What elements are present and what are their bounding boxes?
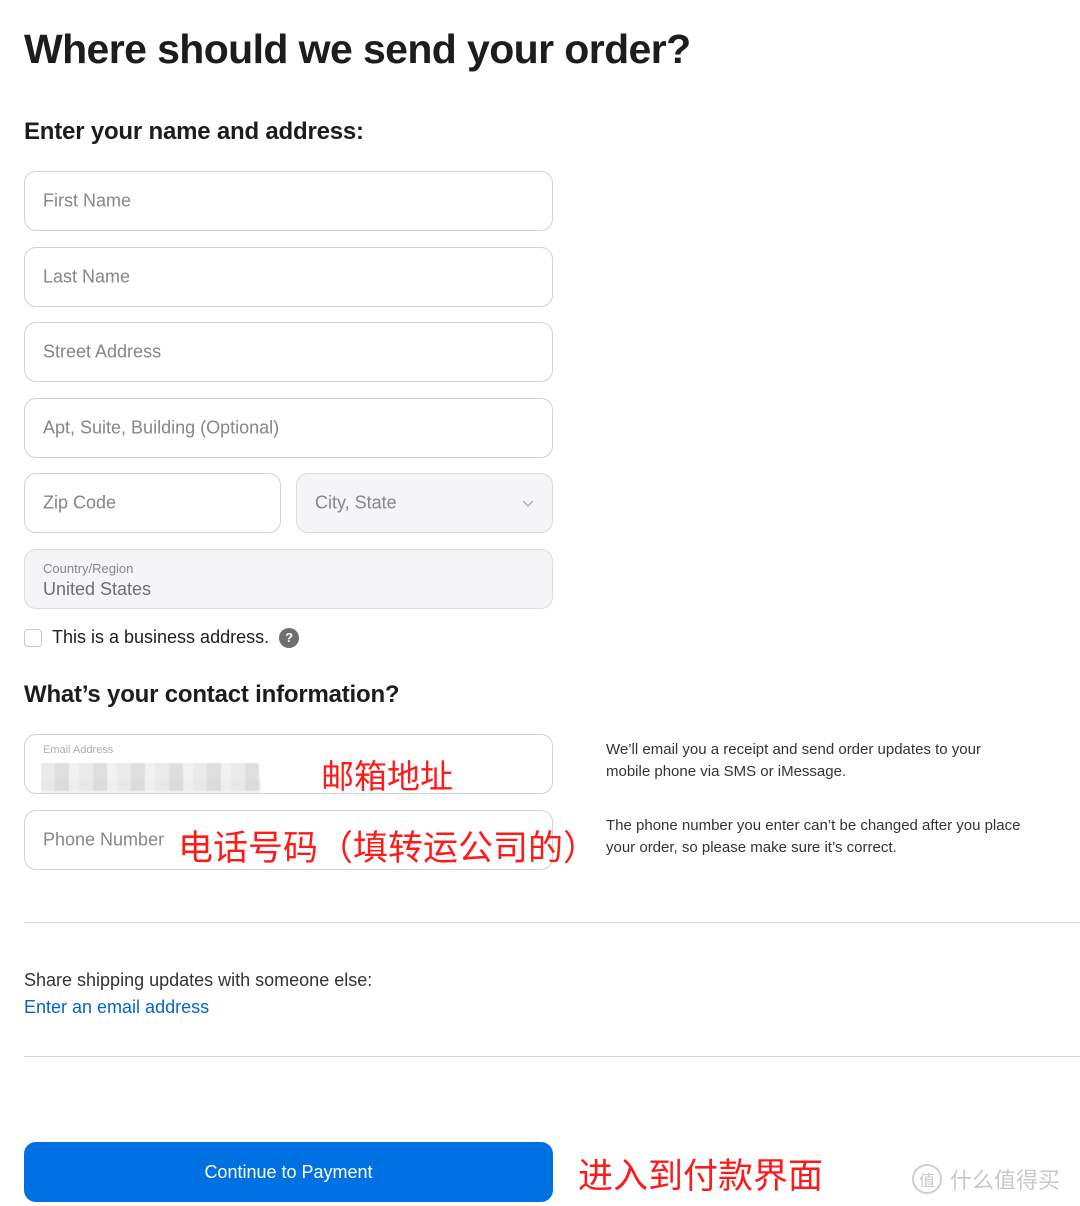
watermark-text: 什么值得买 xyxy=(950,1169,1061,1194)
email-input[interactable]: Email Address xyxy=(24,734,553,794)
business-address-checkbox[interactable] xyxy=(24,628,42,647)
apt-suite-input[interactable]: Apt, Suite, Building (Optional) xyxy=(24,398,553,458)
watermark: 值 什么值得买 xyxy=(912,1163,1060,1195)
country-region-select[interactable]: Country/Region United States xyxy=(24,549,553,609)
last-name-placeholder: Last Name xyxy=(43,266,131,287)
divider xyxy=(24,1056,1080,1057)
street-address-placeholder: Street Address xyxy=(43,341,162,362)
address-section-heading: Enter your name and address: xyxy=(24,118,364,145)
country-region-value: United States xyxy=(43,579,152,599)
phone-info-text: The phone number you enter can’t be chan… xyxy=(606,817,1021,856)
payment-annotation: 进入到付款界面 xyxy=(578,1157,824,1197)
zip-code-placeholder: Zip Code xyxy=(43,492,117,513)
redacted-email-value xyxy=(41,763,259,791)
divider xyxy=(24,922,1080,923)
street-address-input[interactable]: Street Address xyxy=(24,322,553,382)
email-info-text: We’ll email you a receipt and send order… xyxy=(606,741,981,780)
city-state-placeholder: City, State xyxy=(315,492,397,513)
help-icon[interactable]: ? xyxy=(279,627,300,648)
last-name-input[interactable]: Last Name xyxy=(24,247,553,307)
business-address-row: This is a business address. ? xyxy=(24,627,300,648)
chevron-down-icon xyxy=(522,500,534,507)
phone-annotation: 电话号码（填转运公司的） xyxy=(178,829,599,869)
share-updates-label: Share shipping updates with someone else… xyxy=(24,970,373,990)
email-annotation: 邮箱地址 xyxy=(321,757,453,796)
page-title: Where should we send your order? xyxy=(24,26,691,72)
contact-section-heading: What’s your contact information? xyxy=(24,681,400,708)
country-region-label: Country/Region xyxy=(43,561,134,576)
email-label: Email Address xyxy=(43,744,114,756)
phone-number-placeholder: Phone Number xyxy=(43,829,165,850)
business-address-label: This is a business address. xyxy=(52,627,270,647)
first-name-input[interactable]: First Name xyxy=(24,171,553,231)
apt-suite-placeholder: Apt, Suite, Building (Optional) xyxy=(43,417,280,438)
first-name-placeholder: First Name xyxy=(43,190,132,211)
enter-email-link[interactable]: Enter an email address xyxy=(24,997,209,1018)
continue-to-payment-button[interactable]: Continue to Payment xyxy=(24,1142,553,1202)
city-state-select[interactable]: City, State xyxy=(296,473,553,533)
zip-code-input[interactable]: Zip Code xyxy=(24,473,281,533)
watermark-logo-icon: 值 xyxy=(912,1164,942,1194)
